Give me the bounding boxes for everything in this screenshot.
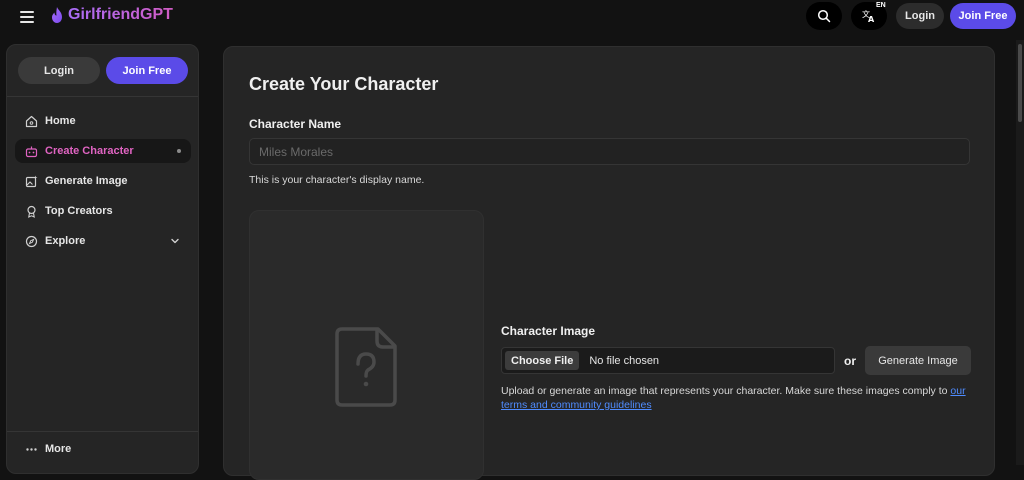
- home-icon: [24, 114, 38, 128]
- character-image-label: Character Image: [501, 324, 596, 338]
- sidebar-item-label: Generate Image: [45, 175, 128, 187]
- sidebar-item-more[interactable]: More: [15, 437, 191, 461]
- search-button[interactable]: [806, 2, 842, 30]
- top-bar: GirlfriendGPT 文A EN Login Join Free: [0, 0, 1024, 37]
- unknown-file-icon: [335, 327, 397, 407]
- sidebar-item-explore[interactable]: Explore: [15, 229, 191, 253]
- translate-icon: 文A: [862, 9, 875, 23]
- more-dots-icon: [24, 442, 38, 456]
- flame-icon: [52, 7, 62, 23]
- robot-icon: [24, 144, 38, 158]
- sidebar-join-free-button[interactable]: Join Free: [106, 57, 188, 84]
- sidebar-item-label: Top Creators: [45, 205, 113, 217]
- chevron-down-icon[interactable]: [169, 235, 181, 247]
- hamburger-menu-icon[interactable]: [18, 9, 36, 25]
- scrollbar-thumb[interactable]: [1018, 44, 1022, 122]
- login-button[interactable]: Login: [896, 3, 944, 29]
- page-scrollbar[interactable]: [1016, 40, 1024, 465]
- helper-text: Upload or generate an image that represe…: [501, 385, 951, 397]
- sidebar-item-home[interactable]: Home: [15, 109, 191, 133]
- generate-image-button[interactable]: Generate Image: [865, 346, 971, 375]
- divider: [7, 96, 198, 97]
- svg-text:A: A: [868, 15, 875, 23]
- page-title: Create Your Character: [249, 74, 439, 94]
- image-sparkle-icon: [24, 174, 38, 188]
- divider: [7, 431, 198, 432]
- character-name-label: Character Name: [249, 117, 342, 131]
- character-name-helper: This is your character's display name.: [249, 174, 425, 186]
- choose-file-button[interactable]: Choose File: [505, 351, 580, 370]
- file-upload-input[interactable]: Choose File No file chosen: [501, 347, 835, 374]
- file-status-text: No file chosen: [589, 354, 660, 367]
- language-code: EN: [876, 2, 886, 9]
- sidebar-login-button[interactable]: Login: [18, 57, 100, 84]
- app-name: GirlfriendGPT: [68, 6, 173, 23]
- app-logo[interactable]: GirlfriendGPT: [50, 6, 173, 24]
- sidebar-item-label: Home: [45, 115, 76, 127]
- create-character-panel: Create Your Character Character Name Thi…: [223, 46, 995, 480]
- or-separator: or: [844, 354, 856, 368]
- character-image-preview[interactable]: [249, 210, 484, 480]
- sidebar-item-generate-image[interactable]: Generate Image: [15, 169, 191, 193]
- active-indicator-dot: [177, 149, 181, 153]
- sidebar-item-top-creators[interactable]: Top Creators: [15, 199, 191, 223]
- sidebar-item-label: Explore: [45, 235, 86, 247]
- character-name-input[interactable]: [249, 138, 970, 165]
- sidebar: Login Join Free Home Create Character Ge…: [6, 44, 199, 474]
- sidebar-item-label: Create Character: [45, 145, 134, 157]
- character-image-helper: Upload or generate an image that represe…: [501, 384, 981, 412]
- compass-icon: [24, 234, 38, 248]
- join-free-button[interactable]: Join Free: [950, 3, 1016, 29]
- award-icon: [24, 204, 38, 218]
- search-icon: [817, 9, 831, 23]
- sidebar-item-label: More: [45, 443, 72, 455]
- sidebar-item-create-character[interactable]: Create Character: [15, 139, 191, 163]
